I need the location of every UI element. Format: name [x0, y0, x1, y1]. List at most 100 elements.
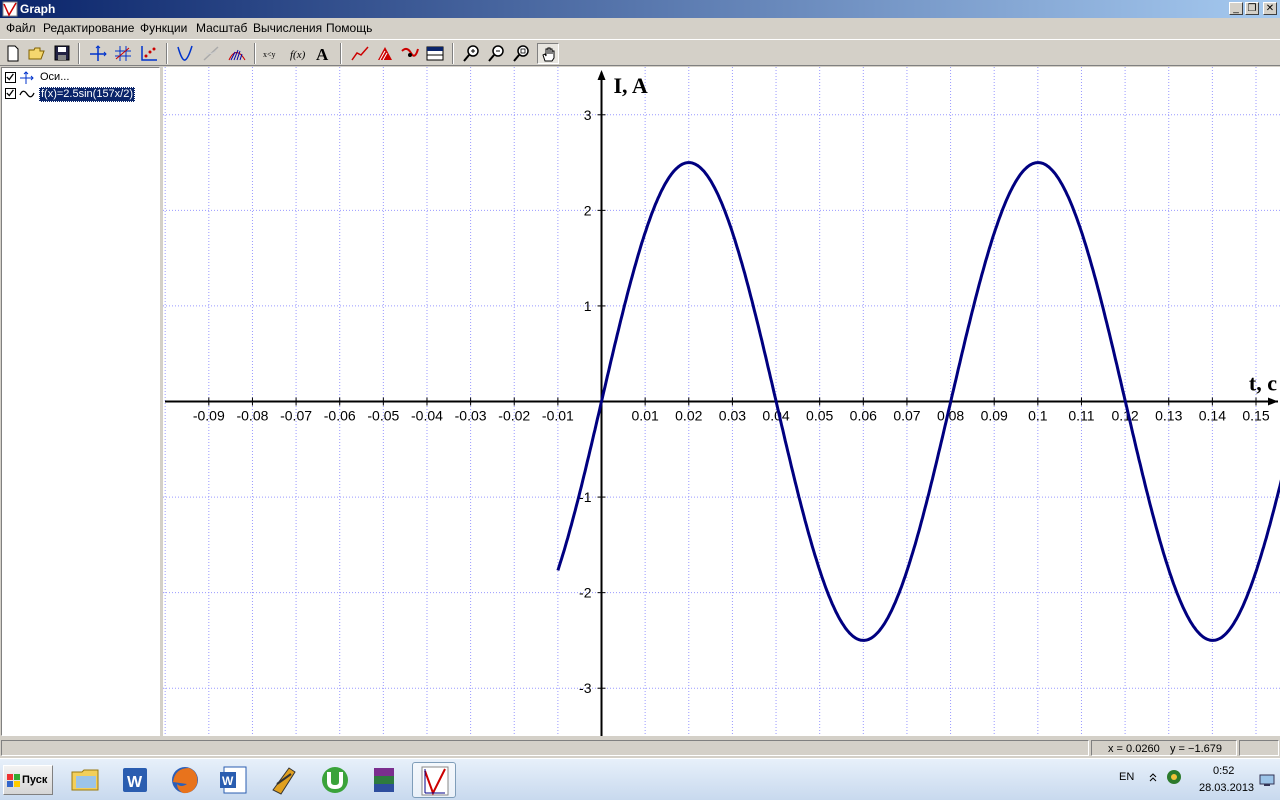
function-checkbox[interactable]	[5, 88, 16, 99]
taskbar-winamp[interactable]	[263, 762, 307, 798]
insert-function-button[interactable]	[174, 43, 196, 64]
menu-zoom[interactable]: Масштаб	[196, 21, 247, 35]
status-panel-coords: x = 0.0260 y = −1.679	[1091, 740, 1237, 756]
hand-icon	[542, 47, 555, 62]
close-button[interactable]: ✕	[1263, 2, 1277, 15]
x-tick-label: 0.02	[675, 408, 702, 424]
move-hand-button[interactable]	[537, 43, 559, 64]
winrar-icon	[374, 768, 394, 792]
x-tick-label: -0.02	[498, 408, 530, 424]
x-axis-label: t, c	[1249, 371, 1277, 396]
show-desktop-icon[interactable]	[1259, 773, 1275, 787]
restore-button[interactable]: ❐	[1245, 2, 1259, 15]
function-tree: Оси... f(x)=2.5sin(157x/2)	[1, 67, 160, 736]
menu-edit[interactable]: Редактирование	[43, 21, 134, 35]
svg-text:W: W	[127, 774, 143, 791]
insert-trendline-button[interactable]	[349, 43, 371, 64]
y-axis-arrow	[597, 70, 606, 80]
zoom-square-button[interactable]	[511, 43, 533, 64]
axes-icon	[20, 71, 34, 84]
insert-f-of-x-button[interactable]: f(x)	[288, 43, 310, 64]
x-axis-arrow	[1268, 397, 1278, 406]
function-chart[interactable]: -0.09 -0.08 -0.07 -0.06 -0.05 -0.04 -0.03 -0.02…	[163, 67, 1280, 736]
graph-app-icon	[421, 766, 449, 796]
taskbar-winrar[interactable]	[362, 762, 406, 798]
save-button[interactable]	[51, 43, 73, 64]
table-button[interactable]	[424, 43, 446, 64]
y-tick-label: 3	[584, 107, 592, 123]
taskbar-firefox[interactable]	[163, 762, 207, 798]
insert-shading-area-button[interactable]	[374, 43, 396, 64]
x-tick-label: 0.1	[1028, 408, 1048, 424]
insert-label-button[interactable]: A	[312, 43, 334, 64]
insert-shading-button[interactable]	[226, 43, 248, 64]
axes-grid-icon	[115, 46, 131, 61]
axes-checkbox[interactable]	[5, 72, 16, 83]
taskbar-explorer[interactable]	[64, 762, 108, 798]
y-tick-label: -3	[579, 680, 592, 696]
taskbar-utorrent[interactable]	[313, 762, 357, 798]
status-panel-extra	[1239, 740, 1279, 756]
x-tick-label: -0.06	[324, 408, 356, 424]
table-icon	[426, 46, 444, 61]
point-series-icon	[141, 46, 157, 61]
language-indicator[interactable]: EN	[1119, 771, 1134, 783]
insert-tangent-button[interactable]	[200, 43, 222, 64]
clock-time[interactable]: 0:52	[1213, 765, 1234, 777]
minimize-button[interactable]: _	[1229, 2, 1243, 15]
title-bar: Graph _ ❐ ✕	[0, 0, 1280, 18]
y-tick-label: 2	[584, 202, 592, 218]
new-file-icon	[7, 45, 19, 62]
f-of-x-icon: f(x)	[290, 49, 306, 61]
svg-text:x<y: x<y	[263, 50, 276, 59]
folder-icon	[71, 769, 99, 791]
area-icon	[378, 47, 392, 61]
plot-area[interactable]: -0.09 -0.08 -0.07 -0.06 -0.05 -0.04 -0.03 -0.02…	[163, 67, 1280, 736]
zoom-in-button[interactable]	[461, 43, 483, 64]
start-button[interactable]: Пуск	[3, 765, 53, 795]
status-bar: x = 0.0260 y = −1.679	[0, 738, 1280, 758]
x-tick-label: -0.08	[236, 408, 268, 424]
menu-bar: Файл Редактирование Функции Масштаб Вычи…	[0, 18, 1280, 38]
window-title: Graph	[20, 2, 56, 16]
x-tick-label: 0.13	[1155, 408, 1182, 424]
x-tick-label: 0.05	[806, 408, 833, 424]
menu-calculate[interactable]: Вычисления	[253, 21, 322, 35]
insert-relation-button[interactable]: x<y	[262, 43, 284, 64]
menu-file[interactable]: Файл	[6, 21, 36, 35]
x-tick-label: -0.04	[411, 408, 443, 424]
cursor-x: x = 0.0260	[1108, 743, 1160, 755]
zoom-out-button[interactable]	[486, 43, 508, 64]
x-tick-label: 0.03	[719, 408, 746, 424]
word-document-icon: W	[220, 766, 247, 794]
y-tick-label: 1	[584, 298, 592, 314]
relation-icon: x<y	[263, 50, 276, 59]
status-panel-main	[1, 740, 1089, 756]
sine-wave-icon	[19, 90, 35, 98]
zoom-square-icon	[513, 45, 529, 62]
taskbar-word[interactable]: W	[113, 762, 157, 798]
y-axis-label: I, A	[614, 73, 648, 98]
insert-point-series-button[interactable]	[138, 43, 160, 64]
windows-logo-icon	[7, 774, 20, 787]
open-button[interactable]	[26, 43, 48, 64]
insert-axes-grid-button[interactable]	[112, 43, 134, 64]
utorrent-icon	[322, 767, 348, 793]
show-hidden-icons-icon[interactable]	[1148, 771, 1158, 783]
trendline-icon	[351, 46, 369, 61]
taskbar-graph[interactable]	[412, 762, 456, 798]
new-file-button[interactable]	[2, 43, 24, 64]
taskbar-word-doc[interactable]: W	[212, 762, 256, 798]
insert-series-button[interactable]	[399, 43, 421, 64]
taskbar: Пуск W W EN 0:52 28.03.2013	[0, 758, 1280, 800]
shading-icon	[228, 49, 246, 61]
winamp-icon	[272, 767, 296, 795]
start-label: Пуск	[22, 774, 48, 786]
x-tick-label: 0.04	[762, 408, 789, 424]
security-tray-icon[interactable]	[1166, 769, 1182, 785]
menu-help[interactable]: Помощь	[326, 21, 372, 35]
menu-functions[interactable]: Функции	[140, 21, 187, 35]
insert-axes-button[interactable]	[87, 43, 109, 64]
clock-date[interactable]: 28.03.2013	[1199, 782, 1254, 794]
x-tick-label: 0.14	[1199, 408, 1226, 424]
